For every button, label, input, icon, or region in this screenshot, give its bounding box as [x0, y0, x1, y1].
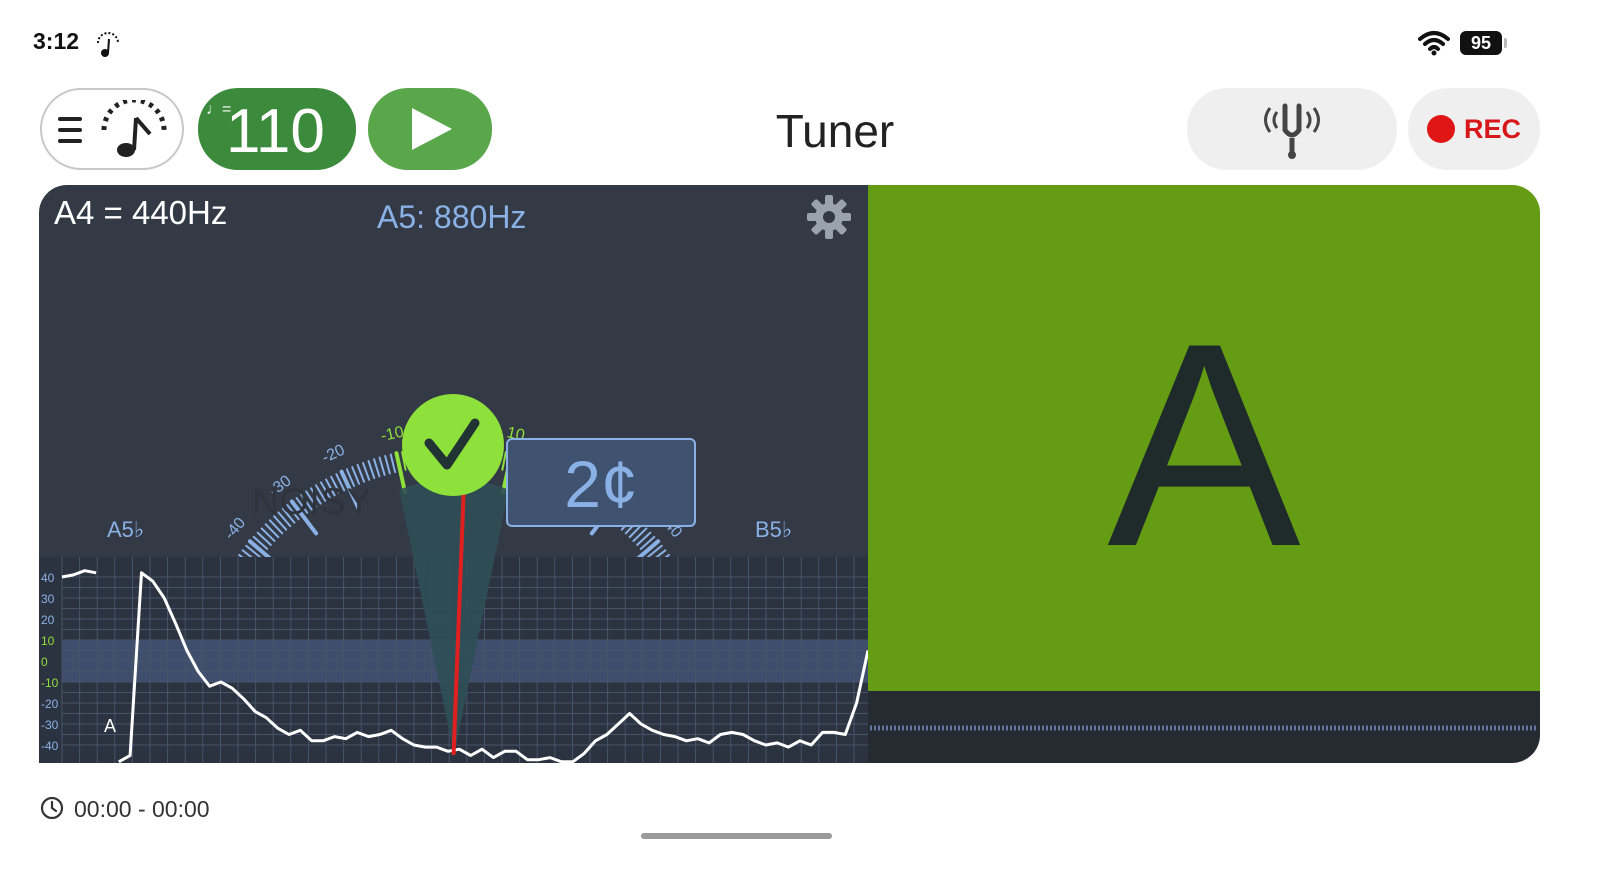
page-title: Tuner	[775, 105, 895, 157]
hamburger-icon	[58, 117, 82, 143]
wifi-icon	[1418, 31, 1450, 56]
minor-tick	[362, 461, 371, 481]
level-strip	[868, 691, 1540, 763]
minor-tick	[373, 458, 381, 478]
scale-label: -20	[319, 442, 347, 467]
signal-status-label: NOISY	[252, 481, 373, 522]
graph-y-label: -30	[41, 718, 59, 732]
metronome-icon	[101, 100, 167, 157]
gear-icon[interactable]	[805, 193, 853, 241]
metronome-icon	[97, 32, 119, 57]
minor-tick	[384, 454, 391, 475]
play-icon	[412, 108, 452, 150]
scale-label: -10	[379, 424, 405, 446]
graph-y-label: 30	[41, 592, 55, 606]
target-note-frequency: A5: 880Hz	[377, 199, 527, 235]
menu-button[interactable]	[40, 88, 184, 170]
battery-tip	[1504, 38, 1507, 48]
graph-y-label: -20	[41, 697, 59, 711]
scale-label: -40	[221, 514, 249, 543]
play-button[interactable]	[368, 88, 492, 170]
clock-icon	[40, 796, 64, 820]
graph-note-marker: A	[104, 716, 116, 736]
graph-y-label: 20	[41, 613, 55, 627]
tempo-value[interactable]: 110	[226, 96, 325, 167]
reference-frequency[interactable]: A4 = 440Hz	[54, 194, 227, 232]
tuning-fork-icon	[1264, 103, 1320, 159]
minor-tick	[356, 463, 366, 483]
battery-icon: 95	[1460, 31, 1502, 55]
cents-readout: 2¢	[564, 447, 638, 521]
recording-time-range: 00:00 - 00:00	[74, 796, 210, 822]
minor-tick	[389, 453, 397, 474]
graph-y-label: -40	[41, 739, 59, 753]
status-time: 3:12	[33, 28, 80, 54]
graph-y-label: -10	[41, 676, 59, 690]
lower-note-label: A5♭	[107, 517, 145, 542]
minor-tick	[367, 459, 376, 480]
reference-tone-button[interactable]	[1187, 88, 1397, 170]
record-label: REC	[1464, 114, 1522, 144]
upper-note-label: B5♭	[755, 517, 793, 542]
check-icon	[402, 394, 504, 496]
home-indicator[interactable]	[641, 833, 832, 839]
graph-y-label: 0	[41, 655, 48, 669]
tuner-gauge: -50-40-30-20-1001020304050 403020100-10-…	[39, 394, 868, 763]
graph-y-label: 10	[41, 634, 55, 648]
minor-tick	[378, 456, 386, 476]
graph-y-label: 40	[41, 571, 55, 585]
detected-note: A	[1107, 283, 1301, 607]
level-waveform	[870, 725, 1538, 731]
record-dot-icon	[1427, 115, 1455, 143]
